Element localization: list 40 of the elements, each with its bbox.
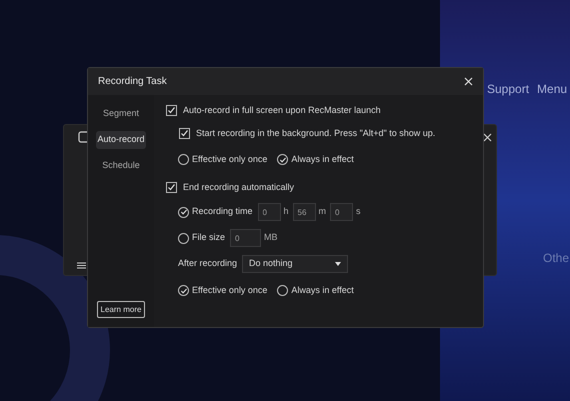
radio-button[interactable] (277, 154, 288, 166)
caret-icon (335, 262, 342, 266)
number-field[interactable]: 0 (230, 229, 262, 247)
number-field[interactable]: 56 (292, 203, 316, 221)
checkbox[interactable] (179, 128, 190, 139)
radio-button[interactable] (178, 232, 189, 244)
radio-button[interactable] (277, 285, 288, 296)
sidebar-tab[interactable]: Auto-record (96, 131, 146, 149)
unit-label: s (356, 205, 361, 218)
option-label: Recording time (192, 205, 253, 218)
unit-label: m (318, 205, 326, 218)
learn-more-button[interactable]: Learn more (96, 301, 146, 318)
unit-label: h (284, 205, 289, 218)
option-label: File size (192, 231, 226, 244)
close-icon[interactable] (483, 133, 492, 142)
field-label: After recording (178, 257, 238, 270)
radio-button[interactable] (178, 206, 189, 218)
dialog-title: Recording Task (98, 75, 167, 89)
menu-icon[interactable] (77, 262, 86, 269)
option-label: Effective only once (192, 153, 268, 166)
radio-button[interactable] (178, 285, 189, 296)
option-label: Always in effect (291, 153, 354, 166)
dropdown[interactable]: Do nothing (242, 255, 348, 273)
number-field[interactable]: 0 (258, 203, 281, 221)
background-label: Othe (543, 250, 570, 267)
close-icon[interactable] (464, 77, 473, 86)
number-field[interactable]: 0 (330, 203, 354, 221)
checkbox[interactable] (166, 182, 177, 193)
radio-button[interactable] (178, 154, 189, 166)
checkbox[interactable] (166, 105, 177, 116)
nav-link[interactable]: Support (487, 80, 530, 98)
sidebar-tab[interactable]: Schedule (96, 157, 146, 175)
option-label: End recording automatically (183, 180, 294, 194)
nav-link[interactable]: Menu (537, 80, 568, 98)
sidebar-tab[interactable]: Segment (96, 105, 146, 123)
unit-label: MB (264, 231, 278, 244)
option-label: Effective only once (192, 284, 268, 297)
option-label: Start recording in the background. Press "Alt+d" to show up. (196, 126, 436, 140)
option-label: Always in effect (291, 284, 354, 297)
option-label: Auto-record in full screen upon RecMaster launch (183, 104, 381, 117)
